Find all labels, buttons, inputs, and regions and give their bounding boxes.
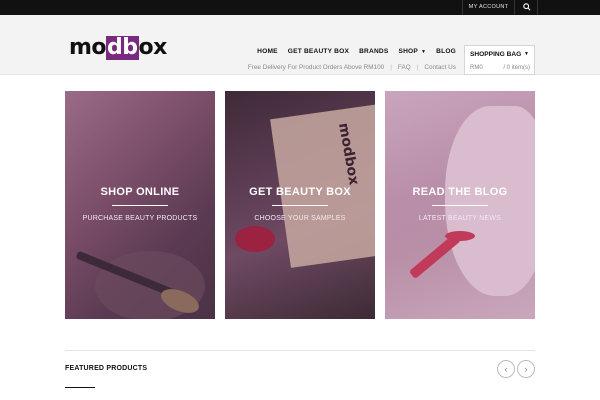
contact-link[interactable]: Contact Us (424, 64, 456, 71)
promo-tile-shop-online[interactable]: SHOP ONLINE PURCHASE BEAUTY PRODUCTS (65, 91, 215, 319)
tile-divider (432, 205, 488, 206)
tile-subtitle: CHOOSE YOUR SAMPLES (254, 215, 346, 222)
site-header: modbox HOME GET BEAUTY BOX BRANDS SHOP ▼ … (0, 15, 600, 75)
nav-item-home[interactable]: HOME (257, 48, 278, 55)
nav-item-brands[interactable]: BRANDS (359, 48, 388, 55)
shopping-bag[interactable]: SHOPPING BAG ▼ RM0 / 0 item(s) (464, 45, 535, 75)
bag-amount: RM0 (470, 65, 483, 71)
tile-subtitle: LATEST BEAUTY NEWS (418, 215, 502, 222)
my-account-link[interactable]: MY ACCOUNT (462, 0, 514, 15)
heading-underline (65, 387, 95, 388)
bag-item-count: / 0 item(s) (503, 65, 530, 71)
nav-item-blog[interactable]: BLOG (436, 48, 456, 55)
nav-item-shop[interactable]: SHOP ▼ (398, 48, 426, 55)
top-utility-bar: MY ACCOUNT (0, 0, 600, 15)
separator: | (390, 64, 392, 71)
tile-divider (112, 205, 168, 206)
nav-item-get-beauty-box[interactable]: GET BEAUTY BOX (288, 48, 349, 55)
chevron-down-icon: ▼ (524, 51, 529, 57)
search-button[interactable] (514, 0, 538, 15)
site-logo[interactable]: modbox (69, 36, 167, 60)
promo-tile-get-beauty-box[interactable]: modbox GET BEAUTY BOX CHOOSE YOUR SAMPLE… (225, 91, 375, 319)
chevron-down-icon: ▼ (420, 49, 427, 55)
tile-title: READ THE BLOG (412, 186, 508, 198)
main-nav: HOME GET BEAUTY BOX BRANDS SHOP ▼ BLOG (257, 48, 456, 55)
faq-link[interactable]: FAQ (398, 64, 411, 71)
separator: | (416, 64, 419, 71)
sub-nav: Free Delivery For Product Orders Above R… (248, 64, 456, 71)
tile-title: GET BEAUTY BOX (249, 186, 351, 198)
chevron-right-icon: › (524, 364, 528, 374)
featured-products-heading: FEATURED PRODUCTS (65, 365, 148, 372)
tile-title: SHOP ONLINE (100, 186, 180, 198)
chevron-left-icon: ‹ (504, 364, 508, 374)
section-divider (65, 350, 535, 351)
promo-tile-read-the-blog[interactable]: READ THE BLOG LATEST BEAUTY NEWS (385, 91, 535, 319)
carousel-next-button[interactable]: › (517, 360, 535, 378)
tile-divider (272, 205, 328, 206)
carousel-prev-button[interactable]: ‹ (497, 360, 515, 378)
tile-subtitle: PURCHASE BEAUTY PRODUCTS (82, 215, 198, 222)
shopping-bag-title: SHOPPING BAG (470, 51, 522, 58)
search-icon (523, 3, 531, 11)
free-delivery-text: Free Delivery For Product Orders Above R… (247, 64, 385, 71)
